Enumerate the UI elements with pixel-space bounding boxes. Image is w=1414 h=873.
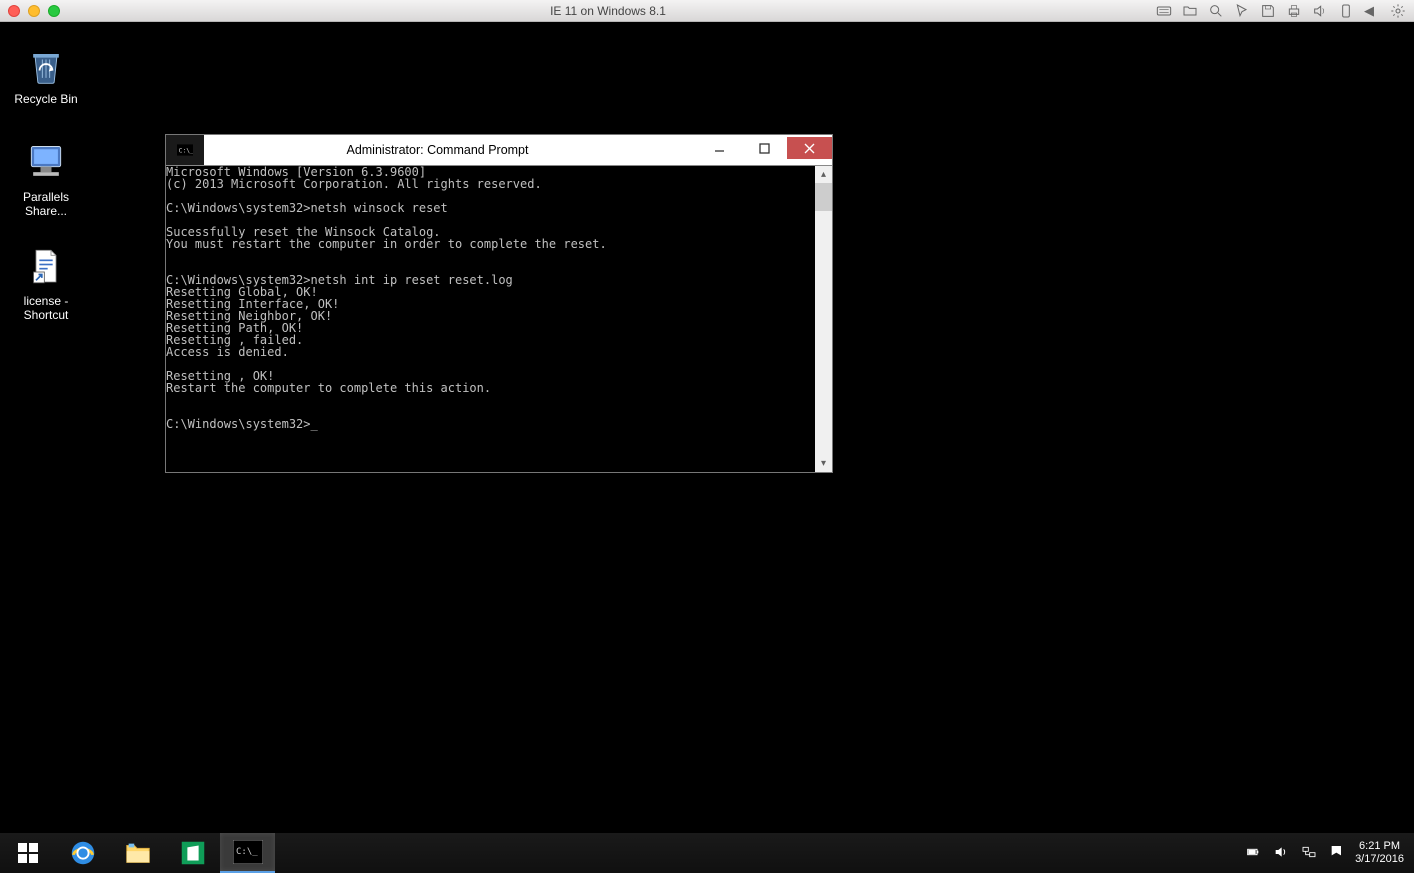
maximize-button[interactable] <box>742 137 787 159</box>
device-icon[interactable] <box>1338 3 1354 19</box>
desktop-icon-label: license - Shortcut <box>6 294 86 322</box>
search-icon[interactable] <box>1208 3 1224 19</box>
taskbar-item-internet-explorer[interactable] <box>55 833 110 873</box>
mac-window-title: IE 11 on Windows 8.1 <box>60 4 1156 18</box>
taskbar-item-command-prompt[interactable]: C:\_ <box>220 833 275 873</box>
volume-icon[interactable] <box>1273 844 1289 863</box>
gear-icon[interactable] <box>1390 3 1406 19</box>
mac-zoom-button[interactable] <box>48 5 60 17</box>
command-prompt-icon: C:\_ <box>166 135 204 165</box>
desktop-icon-parallels-share[interactable]: Parallels Share... <box>6 140 86 218</box>
scroll-up-icon[interactable]: ▴ <box>815 166 832 183</box>
command-prompt-output[interactable]: Microsoft Windows [Version 6.3.9600] (c)… <box>166 166 814 466</box>
cursor-icon[interactable] <box>1234 3 1250 19</box>
document-shortcut-icon <box>23 244 69 290</box>
taskbar-time: 6:21 PM <box>1355 840 1404 853</box>
taskbar-clock[interactable]: 6:21 PM 3/17/2016 <box>1351 840 1414 866</box>
desktop-icon-recycle-bin[interactable]: Recycle Bin <box>6 42 86 106</box>
mac-close-button[interactable] <box>8 5 20 17</box>
windows-desktop[interactable]: Recycle Bin Parallels Share... <box>0 22 1414 873</box>
command-prompt-title: Administrator: Command Prompt <box>208 143 697 157</box>
scroll-down-icon[interactable]: ▾ <box>815 455 832 472</box>
command-prompt-window: C:\_ Administrator: Command Prompt Micro… <box>165 134 833 473</box>
taskbar-item-windows-store[interactable] <box>165 833 220 873</box>
recycle-bin-icon <box>23 42 69 88</box>
save-icon[interactable] <box>1260 3 1276 19</box>
keyboard-icon[interactable] <box>1156 3 1172 19</box>
windows-taskbar: C:\_ 6:21 PM 3/17/2016 <box>0 833 1414 873</box>
svg-text:C:\_: C:\_ <box>236 847 258 857</box>
battery-icon[interactable] <box>1245 844 1261 863</box>
command-prompt-titlebar[interactable]: C:\_ Administrator: Command Prompt <box>166 135 832 165</box>
taskbar-date: 3/17/2016 <box>1355 853 1404 866</box>
mac-minimize-button[interactable] <box>28 5 40 17</box>
scroll-thumb[interactable] <box>815 183 832 211</box>
desktop-icon-license-shortcut[interactable]: license - Shortcut <box>6 244 86 322</box>
start-button[interactable] <box>0 833 55 873</box>
system-tray <box>1239 844 1351 863</box>
close-button[interactable] <box>787 137 832 159</box>
printer-icon[interactable] <box>1286 3 1302 19</box>
back-icon[interactable]: ◀ <box>1364 3 1380 19</box>
volume-icon[interactable] <box>1312 3 1328 19</box>
action-center-icon[interactable] <box>1329 844 1345 863</box>
desktop-icon-label: Recycle Bin <box>6 92 86 106</box>
folder-icon[interactable] <box>1182 3 1198 19</box>
scrollbar[interactable]: ▴ ▾ <box>815 166 832 472</box>
taskbar-item-file-explorer[interactable] <box>110 833 165 873</box>
desktop-icon-label: Parallels Share... <box>6 190 86 218</box>
minimize-button[interactable] <box>697 137 742 159</box>
network-icon[interactable] <box>1301 844 1317 863</box>
monitor-icon <box>23 140 69 186</box>
svg-text:C:\_: C:\_ <box>179 146 193 154</box>
mac-titlebar: IE 11 on Windows 8.1 ◀ <box>0 0 1414 22</box>
